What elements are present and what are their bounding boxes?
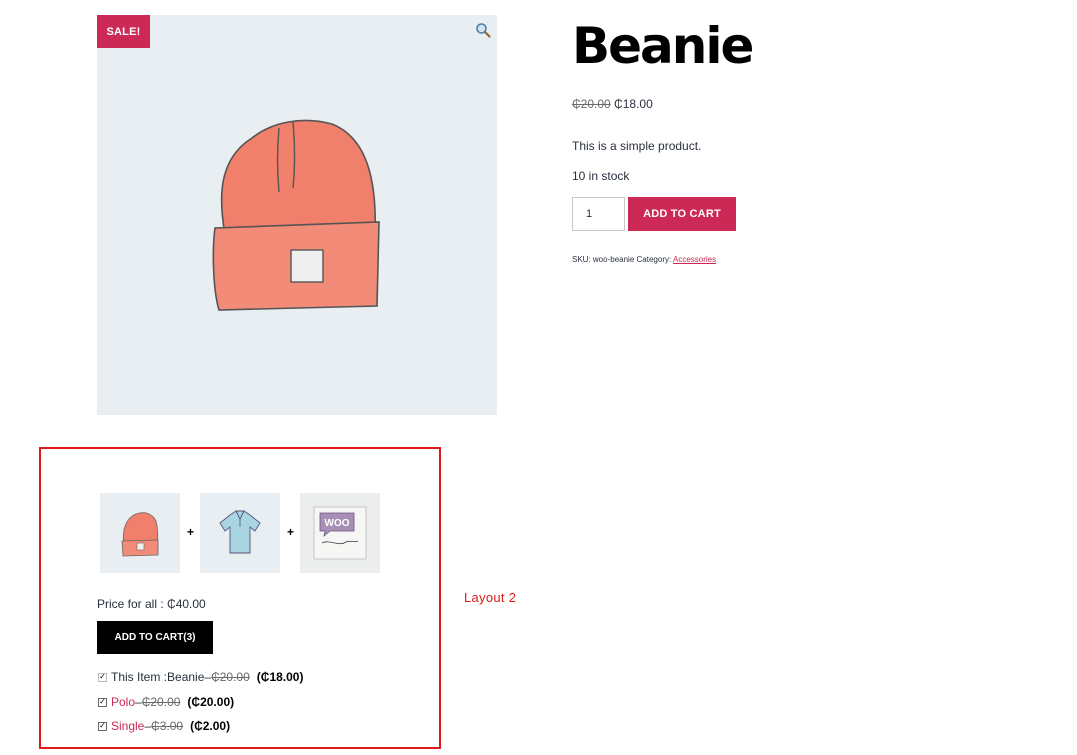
product-title: Beanie xyxy=(572,17,754,75)
add-to-cart-button[interactable]: ADD TO CART xyxy=(628,197,736,231)
item-separator: – xyxy=(204,670,212,684)
item-new-price: (₵20.00) xyxy=(187,695,235,709)
bundle-thumb-beanie[interactable] xyxy=(100,493,180,573)
bundle-item-row: ✓ Polo – ₵20.00 (₵20.00) xyxy=(98,695,234,709)
bundle-item-row: ✓ Single – ₵3.00 (₵2.00) xyxy=(98,719,230,733)
item-prefix: This Item : xyxy=(111,670,168,684)
price-old: ₵20.00 xyxy=(572,97,611,111)
stock-status: 10 in stock xyxy=(572,169,630,183)
bundle-thumb-polo[interactable] xyxy=(200,493,280,573)
product-price: ₵20.00 ₵18.00 xyxy=(572,97,653,111)
price-all-label: Price for all : xyxy=(97,597,164,611)
item-link-single[interactable]: Single xyxy=(111,719,144,733)
item-new-price: (₵18.00) xyxy=(256,670,304,684)
price-all-value: ₵40.00 xyxy=(167,597,206,611)
item-separator: – xyxy=(135,695,142,709)
quantity-input[interactable] xyxy=(572,197,625,231)
item-checkbox[interactable]: ✓ xyxy=(98,721,107,731)
price-new: ₵18.00 xyxy=(614,97,653,111)
product-meta: SKU: woo-beanie Category: Accessories xyxy=(572,255,716,264)
svg-text:WOO: WOO xyxy=(325,518,350,529)
bundle-box: + + WOO Price for all : ₵40.00 ADD TO CA… xyxy=(39,447,441,749)
layout-annotation: Layout 2 xyxy=(464,590,517,605)
item-checkbox[interactable]: ✓ xyxy=(98,697,107,707)
plus-sign: + xyxy=(187,525,195,539)
item-new-price: (₵2.00) xyxy=(190,719,231,733)
product-gallery: SALE! xyxy=(97,15,497,415)
bundle-thumb-single[interactable]: WOO xyxy=(300,493,380,573)
item-separator: – xyxy=(144,719,152,733)
sale-badge: SALE! xyxy=(97,15,150,48)
product-summary: Beanie ₵20.00 ₵18.00 This is a simple pr… xyxy=(572,15,1042,264)
magnifier-icon[interactable] xyxy=(475,22,491,38)
item-checkbox[interactable]: ✓ xyxy=(98,672,107,682)
item-old-price: ₵20.00 xyxy=(211,670,250,684)
beanie-image xyxy=(212,119,380,311)
category-label: Category: xyxy=(636,255,672,264)
item-old-price: ₵3.00 xyxy=(151,719,184,733)
bundle-item-row: ✓ This Item : Beanie – ₵20.00 (₵18.00) xyxy=(98,670,303,684)
short-description: This is a simple product. xyxy=(572,139,702,153)
category-link[interactable]: Accessories xyxy=(673,255,716,264)
bundle-add-to-cart-button[interactable]: ADD TO CART(3) xyxy=(97,621,213,654)
sku-label: SKU: xyxy=(572,255,591,264)
bundle-price-all: Price for all : ₵40.00 xyxy=(97,597,206,611)
item-name: Beanie xyxy=(167,670,205,684)
item-old-price: ₵20.00 xyxy=(141,695,181,709)
item-link-polo[interactable]: Polo xyxy=(111,695,135,709)
plus-sign: + xyxy=(287,525,295,539)
sku-value: woo-beanie xyxy=(592,255,635,264)
